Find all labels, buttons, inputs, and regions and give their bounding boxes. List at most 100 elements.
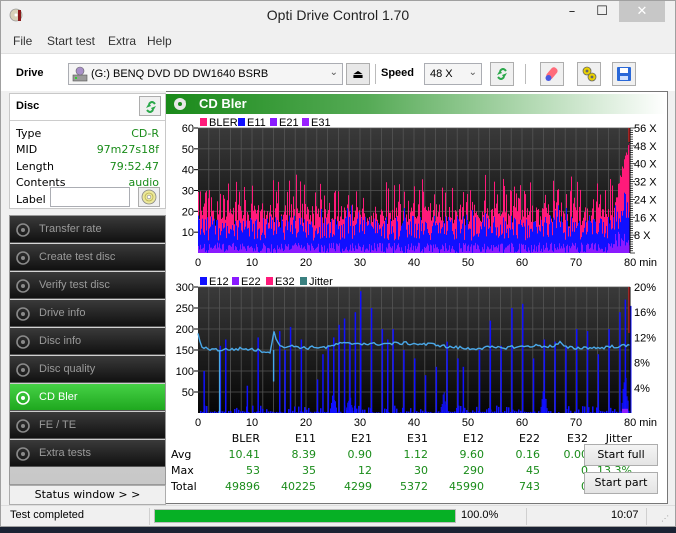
menu-help[interactable]: Help	[147, 34, 172, 48]
drive-value: (G:) BENQ DVD DD DW1640 BSRB	[91, 68, 269, 80]
e12-bar	[441, 404, 443, 413]
e21-bar	[254, 248, 255, 253]
e12-bar	[546, 408, 548, 413]
e11-bar	[558, 205, 559, 253]
nav-item-verify-test-disc[interactable]: Verify test disc	[10, 272, 165, 299]
menu-extra[interactable]: Extra	[108, 34, 136, 48]
status-window-button[interactable]: Status window > >	[9, 485, 166, 505]
e21-bar	[428, 245, 429, 253]
erase-button[interactable]	[540, 62, 564, 86]
e21-bar	[384, 251, 385, 253]
e21-bar	[464, 244, 465, 253]
x-tick-label: 80 min	[624, 417, 657, 429]
e11-bar	[205, 219, 206, 253]
e21-bar	[456, 251, 457, 253]
nav-item-drive-info[interactable]: Drive info	[10, 300, 165, 327]
e12-bar	[578, 409, 580, 413]
e12-bar	[443, 392, 445, 413]
nav-item-fe-te[interactable]: FE / TE	[10, 412, 165, 439]
close-button[interactable]: ✕	[619, 1, 665, 22]
label-input[interactable]	[50, 187, 130, 207]
menu-file[interactable]: File	[13, 34, 32, 48]
refresh-speed-button[interactable]	[490, 62, 514, 86]
eject-button[interactable]: ⏏	[346, 63, 370, 85]
maximize-button[interactable]: ☐	[587, 1, 617, 22]
e12-bar	[320, 408, 322, 413]
disc-key: Length	[16, 160, 54, 173]
stats-column-header: E32	[567, 432, 588, 445]
e12-bar	[256, 411, 258, 413]
e12-bar	[296, 412, 298, 413]
drive-select[interactable]: (G:) BENQ DVD DD DW1640 BSRB ⌄	[68, 63, 343, 85]
e21-bar	[302, 248, 303, 253]
start-full-button[interactable]: Start full	[584, 444, 658, 466]
e12-bar	[488, 408, 490, 413]
minimize-button[interactable]: –	[557, 1, 587, 22]
e12-bar	[606, 410, 608, 413]
e12-spike	[511, 308, 513, 413]
e21-bar	[379, 242, 380, 253]
disc-refresh-button[interactable]	[139, 96, 161, 116]
e21-bar	[506, 247, 507, 253]
e11-bar	[319, 227, 320, 253]
e21-bar	[373, 250, 374, 253]
e11-bar	[393, 232, 394, 253]
nav-item-create-test-disc[interactable]: Create test disc	[10, 244, 165, 271]
e21-bar	[581, 242, 582, 253]
e11-bar	[366, 222, 367, 253]
e21-bar	[554, 244, 555, 253]
e21-bar	[367, 248, 368, 253]
e11-bar	[202, 218, 203, 253]
disc-info-box: Disc Type CD-R MID 97m27s18f Length 79:5…	[9, 93, 166, 209]
settings-button[interactable]	[577, 62, 601, 86]
nav-item-transfer-rate[interactable]: Transfer rate	[10, 216, 165, 243]
e21-bar	[199, 249, 200, 253]
e12-bar	[288, 409, 290, 413]
start-part-button[interactable]: Start part	[584, 472, 658, 494]
y2-tick-label: 8%	[634, 358, 650, 370]
e12-bar	[268, 411, 270, 413]
e21-bar	[239, 249, 240, 253]
speed-select[interactable]: 48 X ⌄	[424, 63, 482, 85]
nav-item-extra-tests[interactable]: Extra tests	[10, 440, 165, 467]
e21-bar	[275, 249, 276, 253]
e21-bar	[349, 249, 350, 253]
e11-bar	[347, 208, 348, 253]
nav-item-disc-quality[interactable]: Disc quality	[10, 356, 165, 383]
e21-bar	[369, 244, 370, 253]
save-button[interactable]	[612, 62, 636, 86]
e21-bar	[605, 247, 606, 253]
e12-bar	[260, 405, 262, 413]
e21-bar	[421, 250, 422, 253]
e11-bar	[255, 221, 256, 253]
e21-bar	[358, 243, 359, 253]
e12-bar	[324, 411, 326, 413]
e11-bar	[503, 217, 504, 253]
e21-bar	[549, 249, 550, 253]
nav-item-cd-bler[interactable]: CD Bler	[10, 384, 165, 411]
e21-bar	[628, 240, 629, 253]
e21-bar	[335, 251, 336, 253]
e21-bar	[451, 248, 452, 253]
e11-bar	[406, 229, 407, 253]
e21-bar	[481, 251, 482, 253]
nav-item-disc-info[interactable]: Disc info	[10, 328, 165, 355]
e12-spike	[414, 358, 416, 413]
e21-bar	[487, 246, 488, 253]
e21-bar	[526, 251, 527, 253]
y-tick-label: 250	[176, 303, 194, 315]
resize-grip[interactable]: ⋰	[661, 514, 669, 523]
cd-icon	[141, 189, 157, 205]
e11-bar	[583, 232, 584, 253]
e21-bar	[452, 246, 453, 253]
disc-label-button[interactable]	[138, 187, 160, 207]
e12-bar	[262, 408, 264, 413]
e12-bar	[298, 406, 300, 413]
e21-bar	[388, 243, 389, 253]
menu-start-test[interactable]: Start test	[47, 34, 95, 48]
e11-bar	[414, 237, 415, 253]
x-tick-label: 20	[300, 257, 312, 269]
disc-test-icon	[16, 391, 30, 405]
e11-bar	[403, 220, 404, 253]
e21-bar	[399, 247, 400, 253]
